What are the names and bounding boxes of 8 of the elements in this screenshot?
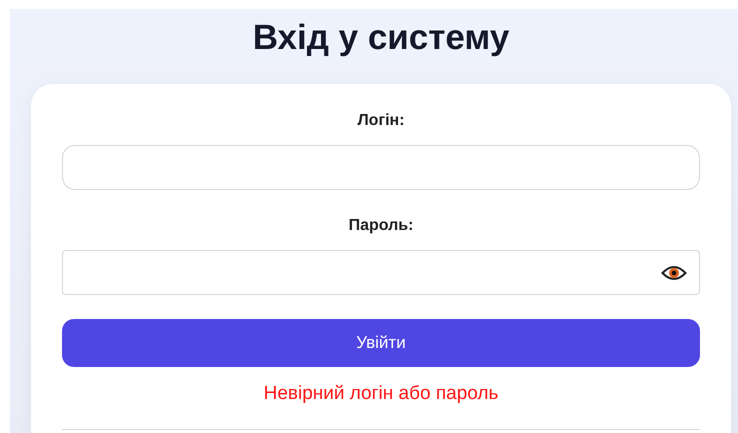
input-field[interactable] [62,250,700,295]
page-title: Вхід у систему [252,17,510,59]
eye-icon[interactable] [661,264,687,282]
error-message: Невірний логін або пароль [264,383,498,405]
login-button[interactable]: Увійти [62,319,700,367]
field-label: Логін: [357,111,405,131]
input-field[interactable] [62,145,700,190]
field-label: Пароль: [348,216,414,236]
